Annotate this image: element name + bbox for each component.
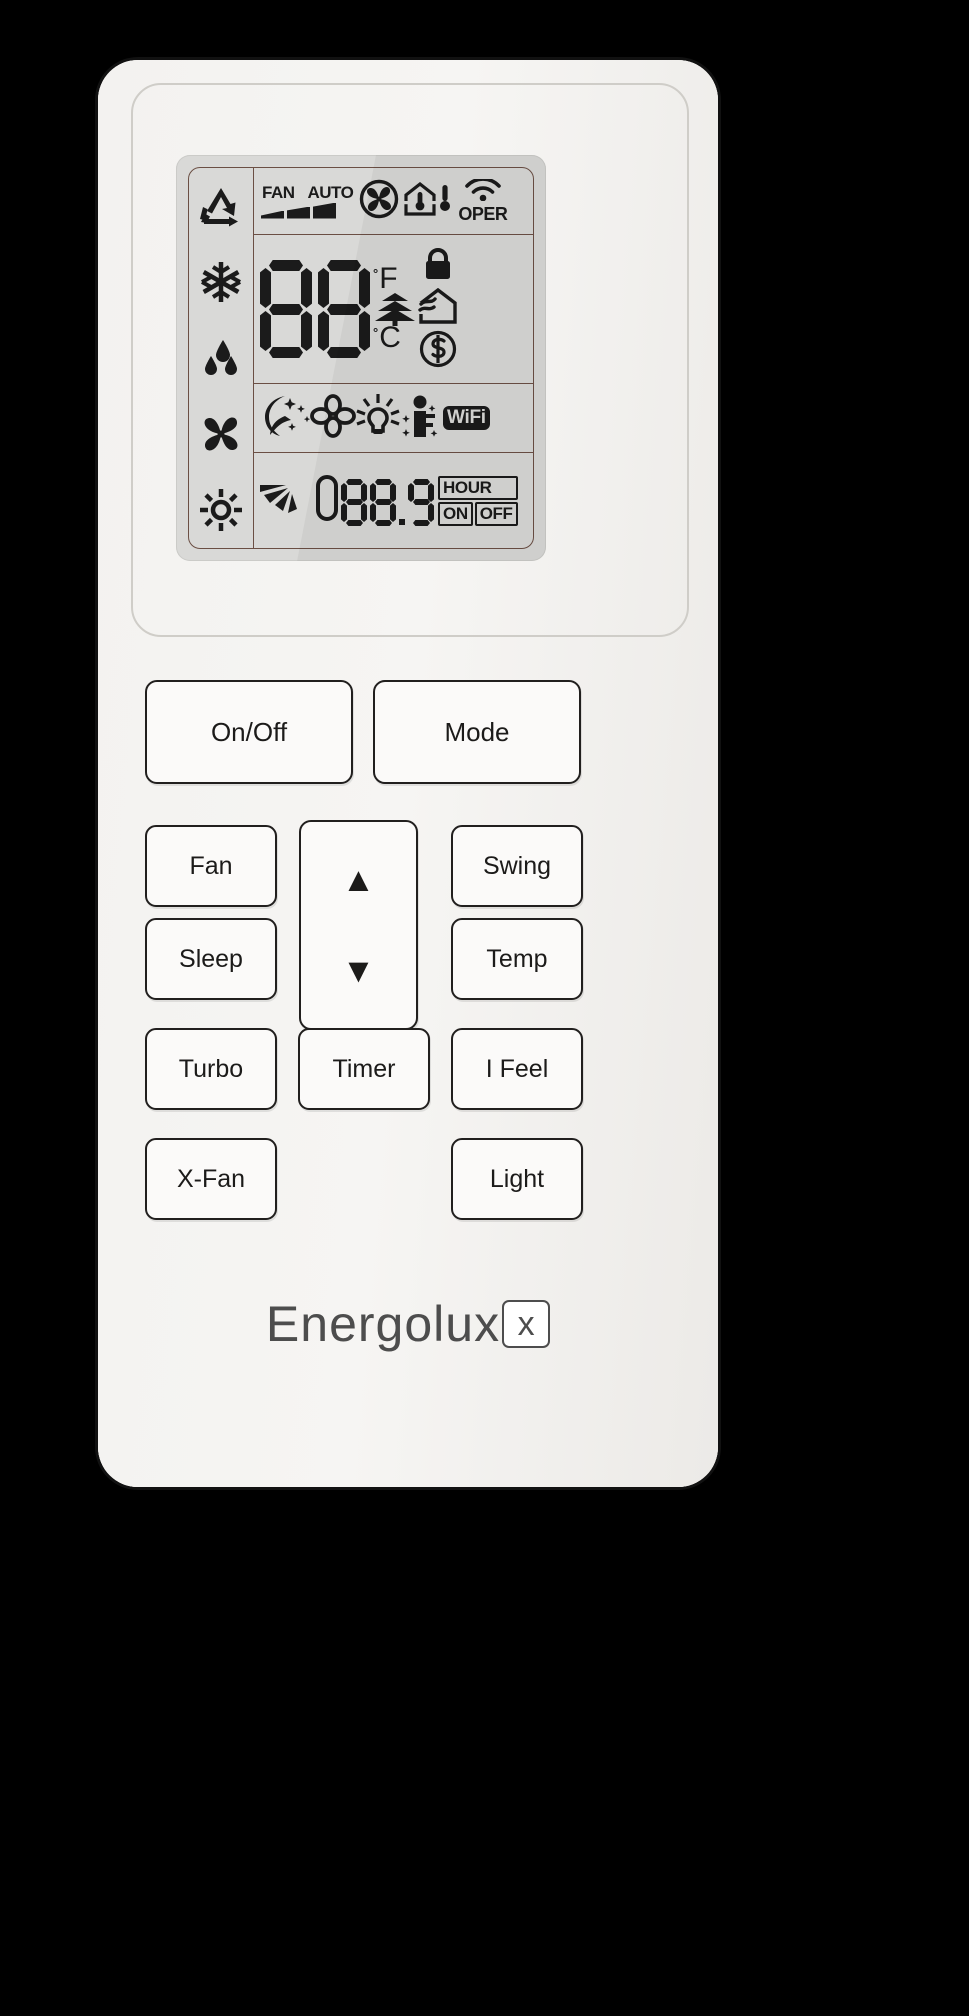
light-button[interactable]: Light xyxy=(451,1138,583,1220)
x-fan-button-label: X-Fan xyxy=(176,1164,246,1193)
timer-digits xyxy=(316,475,434,526)
temperature-up-arrow-icon[interactable]: ▲ xyxy=(342,863,376,897)
auto-label: AUTO xyxy=(307,182,354,202)
swing-button-label: Swing xyxy=(482,851,552,880)
turbo-button-label: Turbo xyxy=(178,1054,244,1083)
lcd-display: FAN AUTO OPER ° F ° C WiFi HOUR ON OFF xyxy=(176,155,546,561)
lcd-function-row: WiFi xyxy=(254,384,533,453)
temperature-rocker[interactable]: ▲ ▼ xyxy=(299,820,418,1030)
house-airflow-icon xyxy=(418,287,458,329)
lcd-segment-frame: FAN AUTO OPER ° F ° C WiFi HOUR ON OFF xyxy=(188,167,534,549)
x-fan-clover-icon xyxy=(310,393,356,443)
temperature-down-arrow-icon[interactable]: ▼ xyxy=(342,954,376,988)
i-feel-button[interactable]: I Feel xyxy=(451,1028,583,1110)
heat-mode-sun-icon xyxy=(189,472,253,548)
swing-airflow-icon xyxy=(258,475,314,526)
fan-blower-icon xyxy=(359,179,399,224)
temperature-side-icons xyxy=(418,244,458,374)
unit-letter-c: C xyxy=(379,321,401,354)
fan-button[interactable]: Fan xyxy=(145,825,277,907)
brand-logo: Energolux x xyxy=(98,1295,718,1353)
wifi-badge: WiFi xyxy=(443,406,490,430)
on-off-button[interactable]: On/Off xyxy=(145,680,353,784)
unit-letter-f: F xyxy=(379,262,398,296)
fan-speed-indicator: FAN AUTO xyxy=(261,182,354,219)
oper-label: OPER xyxy=(458,204,508,224)
lcd-temperature-row: ° F ° C xyxy=(254,235,533,384)
timer-button-label: Timer xyxy=(332,1054,396,1083)
lcd-timer-row: HOUR ON OFF xyxy=(254,453,533,548)
timer-hour-onoff-group: HOUR ON OFF xyxy=(438,475,518,526)
mode-button-label: Mode xyxy=(444,716,510,747)
fan-button-label: Fan xyxy=(189,851,233,880)
light-bulb-icon xyxy=(355,393,401,444)
temp-button[interactable]: Temp xyxy=(451,918,583,1000)
timer-digit-1 xyxy=(341,479,367,526)
remote-body-surface: FAN AUTO OPER ° F ° C WiFi HOUR ON OFF O… xyxy=(98,60,718,1487)
light-button-label: Light xyxy=(489,1164,545,1193)
lcd-mode-column xyxy=(189,168,254,548)
degree-symbol-c: ° xyxy=(373,325,379,340)
mode-button[interactable]: Mode xyxy=(373,680,581,784)
hour-label: HOUR xyxy=(438,475,518,500)
dollar-coin-icon xyxy=(419,330,457,373)
celsius-unit: ° C xyxy=(373,321,417,354)
sleep-button-label: Sleep xyxy=(179,944,243,973)
fan-speed-bars xyxy=(261,202,353,219)
timer-on-label: ON xyxy=(438,501,473,526)
degree-symbol-f: ° xyxy=(373,266,379,282)
timer-digit-2 xyxy=(370,479,396,526)
dry-mode-droplets-icon xyxy=(189,320,253,396)
fan-mode-icon xyxy=(189,396,253,472)
turbo-button[interactable]: Turbo xyxy=(145,1028,277,1110)
fahrenheit-unit: ° F xyxy=(373,262,417,296)
thermometer-icon xyxy=(438,183,452,220)
timer-off-label: OFF xyxy=(474,501,518,526)
temp-digit-tens xyxy=(260,260,312,358)
x-fan-button[interactable]: X-Fan xyxy=(145,1138,277,1220)
temp-button-label: Temp xyxy=(486,944,548,973)
i-feel-button-label: I Feel xyxy=(485,1054,549,1083)
cool-mode-snowflake-icon xyxy=(189,244,253,320)
auto-mode-icon xyxy=(189,168,253,244)
temperature-digits xyxy=(260,260,370,358)
temp-digit-ones xyxy=(318,260,370,358)
sleep-moon-stars-icon xyxy=(261,393,313,444)
temperature-unit-stack: ° F ° C xyxy=(373,245,417,373)
brand-mark-x: x xyxy=(502,1300,551,1348)
screenshot-stage: FAN AUTO OPER ° F ° C WiFi HOUR ON OFF O… xyxy=(0,0,969,2016)
timer-leading-zero xyxy=(316,475,338,526)
lcd-main-column: FAN AUTO OPER ° F ° C WiFi HOUR ON OFF xyxy=(254,168,533,548)
wifi-oper-indicator: OPER xyxy=(458,177,508,224)
fan-label: FAN xyxy=(262,182,295,202)
timer-button[interactable]: Timer xyxy=(298,1028,430,1110)
lock-icon xyxy=(422,246,454,287)
house-thermometer-icon xyxy=(404,181,437,221)
sleep-button[interactable]: Sleep xyxy=(145,918,277,1000)
i-feel-person-icon xyxy=(398,393,442,444)
on-off-button-label: On/Off xyxy=(210,716,288,747)
brand-name: Energolux xyxy=(265,1296,501,1352)
swing-button[interactable]: Swing xyxy=(451,825,583,907)
timer-decimal-point xyxy=(399,519,405,525)
wifi-signal-icon xyxy=(463,177,503,206)
timer-digit-3 xyxy=(408,479,434,526)
remote-control-body: FAN AUTO OPER ° F ° C WiFi HOUR ON OFF O… xyxy=(98,60,718,1487)
lcd-fan-row: FAN AUTO OPER xyxy=(254,168,533,235)
